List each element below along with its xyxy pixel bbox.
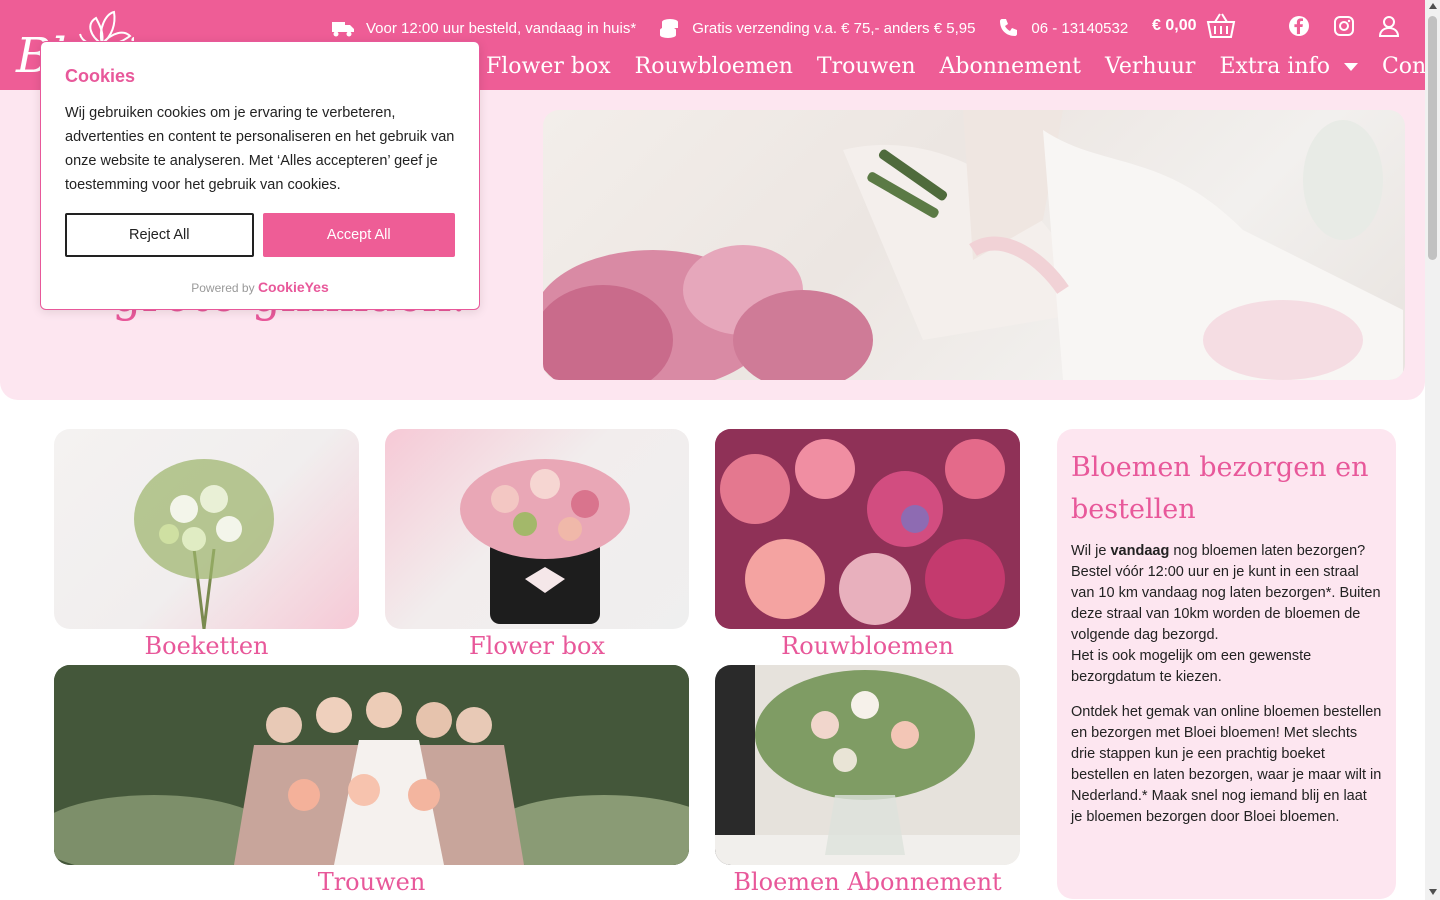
sidebar-title: Bloemen bezorgen en bestellen [1071, 452, 1369, 525]
flower-box-illustration [460, 459, 630, 624]
topbar: Voor 12:00 uur besteld, vandaag in huis*… [332, 14, 1150, 42]
hero-illustration [543, 110, 1403, 380]
cart-total[interactable]: € 0,00 [1152, 17, 1196, 35]
nav-extra-info-label: Extra info [1219, 54, 1330, 79]
nav-extra-info[interactable]: Extra info [1219, 54, 1358, 79]
powered-by: Powered by CookieYes [65, 279, 455, 295]
flowers-illustration [715, 429, 1020, 629]
phone-icon [997, 17, 1019, 39]
nav-rouwbloemen[interactable]: Rouwbloemen [635, 54, 793, 79]
card-rouwbloemen-image[interactable] [715, 429, 1020, 629]
delivery-info: Voor 12:00 uur besteld, vandaag in huis* [332, 17, 636, 39]
accept-all-button[interactable]: Accept All [262, 213, 455, 257]
shipping-text: Gratis verzending v.a. € 75,- anders € 5… [692, 19, 976, 37]
cookie-title: Cookies [65, 66, 136, 86]
basket-icon[interactable] [1206, 12, 1236, 40]
reject-all-button[interactable]: Reject All [65, 213, 254, 257]
cart[interactable]: € 0,00 [1152, 12, 1236, 40]
card-label-abonnement[interactable]: Bloemen Abonnement [715, 868, 1020, 896]
chevron-down-icon [1343, 63, 1358, 71]
card-flower-box-image[interactable] [385, 429, 689, 629]
main-navigation: Flower box Rouwbloemen Trouwen Abonnemen… [486, 54, 1440, 79]
coins-icon [658, 17, 680, 39]
powered-by-label: Powered by [191, 281, 255, 295]
nav-trouwen[interactable]: Trouwen [817, 54, 916, 79]
phone-info[interactable]: 06 - 13140532 [997, 17, 1128, 39]
card-label-boeketten[interactable]: Boeketten [54, 632, 359, 660]
p1-extra: Het is ook mogelijk om een gewenste bezo… [1071, 648, 1312, 685]
truck-icon [332, 17, 354, 39]
cookieyes-logo[interactable]: CookieYes [258, 279, 329, 295]
scroll-up-arrow-icon[interactable] [1429, 3, 1437, 9]
cookie-consent-modal: Cookies Wij gebruiken cookies om je erva… [40, 41, 480, 310]
nav-verhuur[interactable]: Verhuur [1105, 54, 1195, 79]
card-label-trouwen[interactable]: Trouwen [54, 868, 689, 896]
vase-illustration [715, 665, 1020, 865]
phone-number[interactable]: 06 - 13140532 [1031, 20, 1128, 37]
card-label-flower-box[interactable]: Flower box [385, 632, 689, 660]
wedding-illustration [54, 665, 689, 865]
cookie-buttons: Reject All Accept All [65, 213, 455, 257]
scroll-thumb[interactable] [1428, 16, 1437, 260]
hero-image-florist-wrapping-bouquet [543, 110, 1405, 380]
bouquet-illustration [134, 459, 274, 629]
card-trouwen-image[interactable] [54, 665, 689, 865]
facebook-icon[interactable] [1288, 15, 1310, 37]
nav-flower-box[interactable]: Flower box [486, 54, 611, 79]
p1-bold: vandaag [1110, 543, 1170, 559]
user-account-icon[interactable] [1378, 15, 1400, 37]
nav-abonnement[interactable]: Abonnement [940, 54, 1081, 79]
page-scrollbar[interactable] [1425, 0, 1440, 900]
instagram-icon[interactable] [1333, 15, 1355, 37]
sidebar-paragraph-2: Ontdek het gemak van online bloemen best… [1071, 704, 1382, 825]
card-label-rouwbloemen[interactable]: Rouwbloemen [715, 632, 1020, 660]
delivery-text: Voor 12:00 uur besteld, vandaag in huis* [366, 19, 637, 37]
p1-pre: Wil je [1071, 543, 1111, 559]
info-sidebar: Bloemen bezorgen en bestellen Wil je van… [1057, 429, 1396, 899]
sidebar-paragraph-1: Wil je vandaag nog bloemen laten bezorge… [1071, 541, 1382, 688]
card-boeketten-image[interactable] [54, 429, 359, 629]
scroll-down-arrow-icon[interactable] [1429, 889, 1437, 895]
card-abonnement-image[interactable] [715, 665, 1020, 865]
shipping-info: Gratis verzending v.a. € 75,- anders € 5… [658, 17, 975, 39]
cookie-text: Wij gebruiken cookies om je ervaring te … [65, 105, 455, 193]
